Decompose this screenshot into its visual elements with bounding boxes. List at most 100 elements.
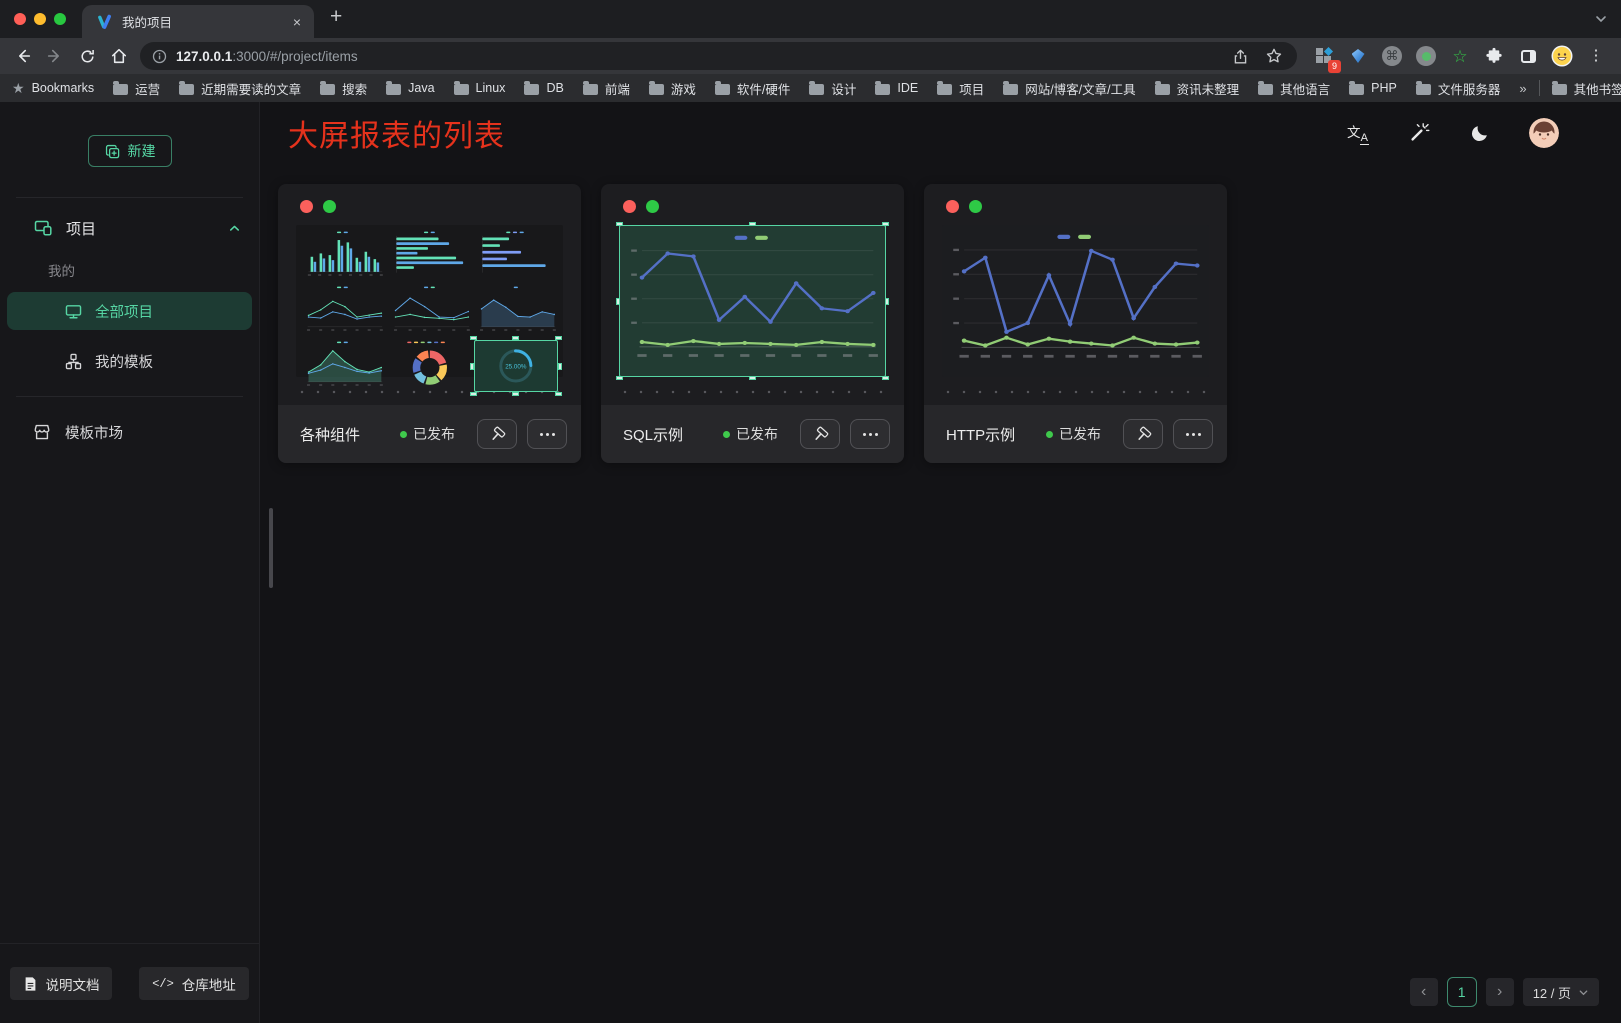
edit-hammer-button[interactable] [800,419,840,449]
folder-icon [715,84,730,95]
selection-handle [470,336,477,340]
tab-search-chevron-icon[interactable] [1594,12,1608,26]
magic-wand-icon[interactable] [1407,121,1431,145]
selection-handle [558,363,562,370]
extensions-puzzle-icon[interactable] [1483,45,1505,67]
bookmarks-bar: ★Bookmarks 运营 近期需要读的文章 搜索 Java Linux DB … [0,74,1621,102]
more-options-button[interactable] [527,419,567,449]
next-page-button[interactable]: › [1486,978,1514,1006]
side-panel-icon[interactable] [1517,45,1539,67]
bookmark-folder[interactable]: 文件服务器 [1416,79,1501,98]
forward-icon[interactable] [40,42,70,70]
card-red-dot [623,200,636,213]
extension-command-icon[interactable]: ⌘ [1381,45,1403,67]
bookmark-folder[interactable]: 近期需要读的文章 [179,79,301,98]
home-icon[interactable] [104,42,134,70]
bookmark-star-icon[interactable] [1265,47,1283,65]
sidebar-section-project[interactable]: 项目 [0,206,259,250]
document-icon [23,976,38,992]
sidebar-item-all-projects[interactable]: 全部项目 [7,292,252,330]
bookmark-folder[interactable]: 其他语言 [1258,79,1330,98]
project-card-various[interactable]: 25.00% 各种组件 已发布 [278,184,581,463]
bookmarks-overflow-chevron[interactable]: » [1519,81,1526,96]
bookmark-folder[interactable]: 搜索 [320,79,367,98]
more-options-button[interactable] [850,419,890,449]
card-footer: 各种组件 已发布 [278,405,581,463]
scrollbar-thumb[interactable] [269,508,273,588]
project-card-sql[interactable]: SQL示例 已发布 [601,184,904,463]
goview-logo-icon [96,14,113,30]
bookmark-folder[interactable]: DB [524,81,563,95]
language-toggle-icon[interactable]: 文A [1346,121,1370,145]
bookmark-folder[interactable]: IDE [875,81,918,95]
extension-gem-icon[interactable] [1347,45,1369,67]
bookmark-folder[interactable]: 运营 [113,79,160,98]
extensions-area: 9 ⌘ ☆ ⋮ [1303,45,1613,67]
other-bookmarks[interactable]: 其他书签 [1552,79,1621,98]
site-info-icon[interactable] [152,49,167,64]
extension-grid-icon[interactable]: 9 [1313,45,1335,67]
new-project-button[interactable]: 新建 [88,135,172,167]
bookmark-folder[interactable]: 网站/博客/文章/工具 [1003,79,1135,98]
browser-menu-icon[interactable]: ⋮ [1585,45,1607,67]
ellipsis-icon [1186,433,1201,436]
publish-status: 已发布 [400,424,455,444]
extension-record-icon[interactable] [1415,45,1437,67]
bookmark-folder[interactable]: 前端 [583,79,630,98]
sidebar-item-template-market[interactable]: 模板市场 [0,413,259,451]
page-size-select[interactable]: 12 / 页 [1523,978,1599,1006]
minimize-window-button[interactable] [34,13,46,25]
folder-icon [179,84,194,95]
extension-star-icon[interactable]: ☆ [1449,45,1471,67]
repo-button[interactable]: </> 仓库地址 [139,967,249,1000]
folder-icon [1552,84,1567,95]
ellipsis-icon [863,433,878,436]
sidebar-item-my-templates[interactable]: 我的模板 [7,342,252,380]
bookmark-folder[interactable]: Linux [454,81,506,95]
card-preview-thumbnail[interactable] [942,225,1209,377]
sidebar-group-label: 我的 [48,260,259,280]
docs-button[interactable]: 说明文档 [10,967,112,1000]
card-green-dot [969,200,982,213]
current-page-button[interactable]: 1 [1447,977,1477,1007]
zoom-window-button[interactable] [54,13,66,25]
mini-chart-tile [474,285,558,337]
bookmark-folder[interactable]: Java [386,81,434,95]
dark-mode-moon-icon[interactable] [1468,121,1492,145]
back-icon[interactable] [8,42,38,70]
address-bar[interactable]: 127.0.0.1:3000/#/project/items [140,42,1297,70]
line-chart-thumbnail [624,230,881,372]
bookmark-folder[interactable]: PHP [1349,81,1397,95]
bookmark-folder[interactable]: 设计 [809,79,856,98]
bookmark-folder[interactable]: 项目 [937,79,984,98]
reload-icon[interactable] [72,42,102,70]
extension-badge: 9 [1328,60,1341,73]
more-options-button[interactable] [1173,419,1213,449]
browser-tab[interactable]: 我的项目 × [82,5,314,38]
bookmark-folder[interactable]: 游戏 [649,79,696,98]
card-preview-thumbnail[interactable]: 25.00% [296,225,563,377]
prev-page-button[interactable]: ‹ [1410,978,1438,1006]
project-name: 各种组件 [300,424,400,445]
project-card-http[interactable]: HTTP示例 已发布 [924,184,1227,463]
bookmark-folder[interactable]: 资讯未整理 [1155,79,1240,98]
card-preview-thumbnail[interactable] [619,225,886,377]
selection-handle [616,376,623,380]
share-icon[interactable] [1232,48,1249,65]
selection-handle [885,298,889,305]
folder-icon [1003,84,1018,95]
ellipsis-icon [540,433,555,436]
edit-hammer-button[interactable] [1123,419,1163,449]
edit-hammer-button[interactable] [477,419,517,449]
template-flow-icon [64,352,83,371]
pagination: ‹ 1 › 12 / 页 [1410,977,1599,1007]
user-avatar[interactable] [1529,118,1559,148]
bookmark-folder[interactable]: 软件/硬件 [715,79,790,98]
folder-icon [1349,84,1364,95]
profile-avatar-icon[interactable] [1551,45,1573,67]
new-tab-button[interactable]: + [330,6,342,27]
bookmarks-root[interactable]: ★Bookmarks [12,80,94,97]
status-dot-icon [723,431,730,438]
close-window-button[interactable] [14,13,26,25]
tab-close-icon[interactable]: × [288,13,306,31]
